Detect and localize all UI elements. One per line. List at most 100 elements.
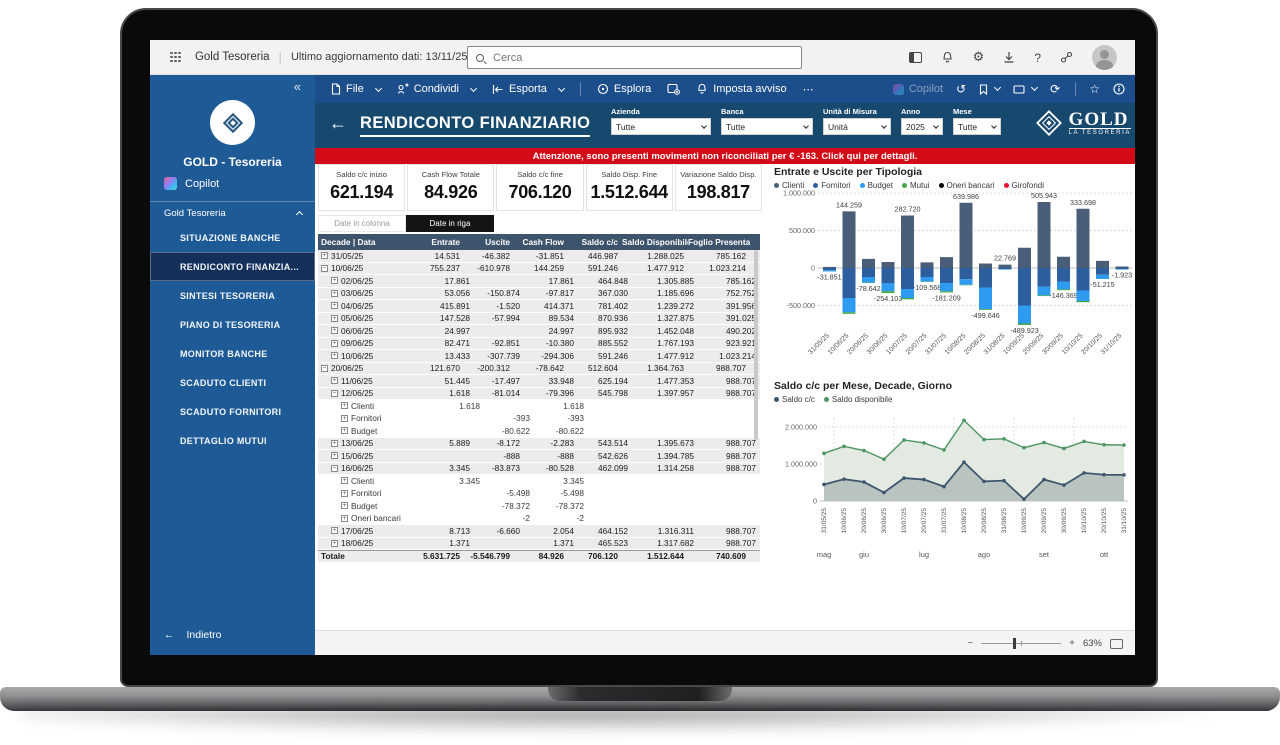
legend-item[interactable]: Oneri bancari xyxy=(938,181,995,190)
table-row[interactable]: + Clienti 1.618 1.618 xyxy=(318,400,760,413)
column-header[interactable]: Saldo Disponibile xyxy=(622,237,688,247)
column-header[interactable]: Uscite xyxy=(464,237,514,247)
column-header[interactable]: Entrate xyxy=(414,237,464,247)
slicer-mese[interactable]: Mese Tutte xyxy=(953,107,1001,135)
share-menu[interactable]: Condividi xyxy=(397,83,478,95)
table-row[interactable]: +11/06/25 51.445 -17.497 33.948 625.194 1.477… xyxy=(318,375,760,388)
expand-row-icon[interactable]: + xyxy=(331,302,338,310)
expand-row-icon[interactable]: + xyxy=(331,289,338,297)
expand-row-icon[interactable]: + xyxy=(341,502,348,510)
expand-row-icon[interactable]: + xyxy=(341,489,348,497)
legend-item[interactable]: Saldo disponibile xyxy=(823,395,892,404)
expand-row-icon[interactable]: + xyxy=(331,539,338,547)
table-row[interactable]: Totale 5.631.725 -5.546.799 84.926 706.120 1.… xyxy=(318,550,760,563)
chart-entrate-uscite[interactable]: Entrate e Uscite per Tipologia Clienti Fo… xyxy=(772,166,1135,382)
legend-item[interactable]: Clienti xyxy=(774,181,804,190)
expand-row-icon[interactable]: + xyxy=(331,439,338,447)
help-icon[interactable]: ? xyxy=(1034,51,1041,65)
slicer-dropdown[interactable]: 2025 xyxy=(901,118,943,135)
sidebar-item-situazione-banche[interactable]: SITUAZIONE BANCHE xyxy=(150,223,315,252)
expand-row-icon[interactable]: + xyxy=(331,452,338,460)
table-row[interactable]: + Fornitori -5.498 -5.498 xyxy=(318,487,760,500)
more-options-icon[interactable]: ⋯ xyxy=(803,83,814,96)
table-row[interactable]: +31/05/25 14.531 -46.382 -31.851 446.987 1.28… xyxy=(318,250,760,263)
column-header[interactable]: Saldo c/c xyxy=(568,237,622,247)
legend-item[interactable]: Fornitori xyxy=(813,181,851,190)
set-alert-button[interactable]: Imposta avviso xyxy=(696,83,787,95)
slicer-dropdown[interactable]: Unità xyxy=(823,118,891,135)
copilot-button[interactable]: Copilot xyxy=(892,83,943,95)
expand-row-icon[interactable]: + xyxy=(341,402,348,410)
last-update-label[interactable]: Ultimo aggiornamento dati: 13/11/25 xyxy=(291,51,468,63)
side-pane-icon[interactable] xyxy=(908,52,922,63)
slicer-dropdown[interactable]: Tutte xyxy=(953,118,1001,135)
area-chart[interactable]: 2.000.000 1.000.000 0 31/05/25 10/06/25 20/06… xyxy=(772,404,1135,564)
table-scrollbar[interactable] xyxy=(754,250,758,440)
zoom-in-icon[interactable]: + xyxy=(1069,638,1075,649)
table-row[interactable]: +17/06/25 8.713 -6.660 2.054 464.152 1.316.31… xyxy=(318,525,760,538)
expand-row-icon[interactable]: + xyxy=(341,514,348,522)
slicer-unit-di-misura[interactable]: Unità di Misura Unità xyxy=(823,107,891,135)
export-menu[interactable]: Esporta xyxy=(492,83,565,95)
expand-row-icon[interactable]: + xyxy=(331,527,338,535)
download-icon[interactable] xyxy=(1003,51,1015,64)
sidebar-item-monitor-banche[interactable]: MONITOR BANCHE xyxy=(150,339,315,368)
expand-row-icon[interactable]: + xyxy=(331,377,338,385)
sidebar-item-scaduto-fornitori[interactable]: SCADUTO FORNITORI xyxy=(150,397,315,426)
table-row[interactable]: +10/06/25 13.433 -307.739 -294.306 591.246 1.… xyxy=(318,350,760,363)
search-box[interactable] xyxy=(467,46,802,69)
table-row[interactable]: + Budget -80.622 -80.622 xyxy=(318,425,760,438)
table-row[interactable]: +09/06/25 82.471 -92.851 -10.380 885.552 1.76… xyxy=(318,337,760,350)
bell-icon[interactable] xyxy=(941,51,954,64)
zoom-slider[interactable] xyxy=(981,638,1062,649)
column-header[interactable]: Foglio Presentato xyxy=(688,237,750,247)
toggle-date-in-colonna[interactable]: Date in colonna xyxy=(318,215,406,232)
table-row[interactable]: +04/06/25 415.891 -1.520 414.371 781.402 1.23… xyxy=(318,300,760,313)
subscribe-button[interactable] xyxy=(667,83,681,95)
favorite-star-icon[interactable]: ☆ xyxy=(1089,82,1100,96)
table-row[interactable]: −10/06/25 755.237 -610.978 144.259 591.246 1.… xyxy=(318,262,760,275)
expand-row-icon[interactable]: + xyxy=(331,314,338,322)
column-header[interactable]: Decade | Data xyxy=(318,237,414,247)
back-arrow-icon[interactable]: ← xyxy=(329,113,347,134)
expand-row-icon[interactable]: + xyxy=(341,414,348,422)
user-avatar[interactable] xyxy=(1092,45,1117,70)
collapse-row-icon[interactable]: − xyxy=(321,264,328,272)
table-row[interactable]: +13/06/25 5.889 -8.172 -2.283 543.514 1.395.6… xyxy=(318,437,760,450)
sidebar-item-scaduto-clienti[interactable]: SCADUTO CLIENTI xyxy=(150,368,315,397)
table-row[interactable]: + Oneri bancari -2 -2 xyxy=(318,512,760,525)
sidebar-copilot-button[interactable]: Copilot xyxy=(164,177,219,190)
slicer-anno[interactable]: Anno 2025 xyxy=(901,107,943,135)
table-row[interactable]: + Fornitori -393 -393 xyxy=(318,412,760,425)
sidebar-item-piano-di-tesoreria[interactable]: PIANO DI TESORERIA xyxy=(150,310,315,339)
sidebar-item-sintesi-tesoreria[interactable]: SINTESI TESORERIA xyxy=(150,281,315,310)
chart-saldo[interactable]: Saldo c/c per Mese, Decade, Giorno Saldo… xyxy=(772,380,1135,568)
slicer-dropdown[interactable]: Tutte xyxy=(721,118,813,135)
collapse-row-icon[interactable]: − xyxy=(331,389,338,397)
column-header[interactable]: Cash Flow xyxy=(514,237,568,247)
bar-chart[interactable]: 1.000.000500.0000-500.000-31.85131/05/25… xyxy=(772,189,1135,375)
back-button[interactable]: ← Indietro xyxy=(164,629,222,641)
expand-row-icon[interactable]: + xyxy=(331,339,338,347)
legend-item[interactable]: Mutui xyxy=(901,181,930,190)
collapse-sidebar-icon[interactable]: « xyxy=(294,79,301,94)
waffle-menu-icon[interactable] xyxy=(170,51,181,63)
file-menu[interactable]: File xyxy=(331,83,382,95)
sidebar-item-rendiconto-finanzia-[interactable]: RENDICONTO FINANZIA... xyxy=(150,252,315,281)
info-icon[interactable] xyxy=(1113,83,1125,95)
table-row[interactable]: + Budget -78.372 -78.372 xyxy=(318,500,760,513)
expand-row-icon[interactable]: + xyxy=(331,327,338,335)
expand-row-icon[interactable]: + xyxy=(341,427,348,435)
nav-group-header[interactable]: Gold Tesoreria xyxy=(164,208,304,219)
table-row[interactable]: +03/06/25 53.056 -150.874 -97.817 367.030 1.1… xyxy=(318,287,760,300)
undo-icon[interactable]: ↺ xyxy=(956,82,966,96)
collapse-row-icon[interactable]: − xyxy=(331,464,338,472)
table-row[interactable]: −20/06/25 121.670 -200.312 -78.642 512.604 1.… xyxy=(318,362,760,375)
legend-item[interactable]: Budget xyxy=(859,181,893,190)
table-row[interactable]: +15/06/25 -888 -888 542.626 1.394.785 988.707 xyxy=(318,450,760,463)
expand-row-icon[interactable]: + xyxy=(331,352,338,360)
expand-row-icon[interactable]: + xyxy=(321,252,328,260)
fit-to-page-icon[interactable] xyxy=(1110,638,1123,649)
legend-item[interactable]: Saldo c/c xyxy=(774,395,815,404)
slicer-dropdown[interactable]: Tutte xyxy=(611,118,711,135)
